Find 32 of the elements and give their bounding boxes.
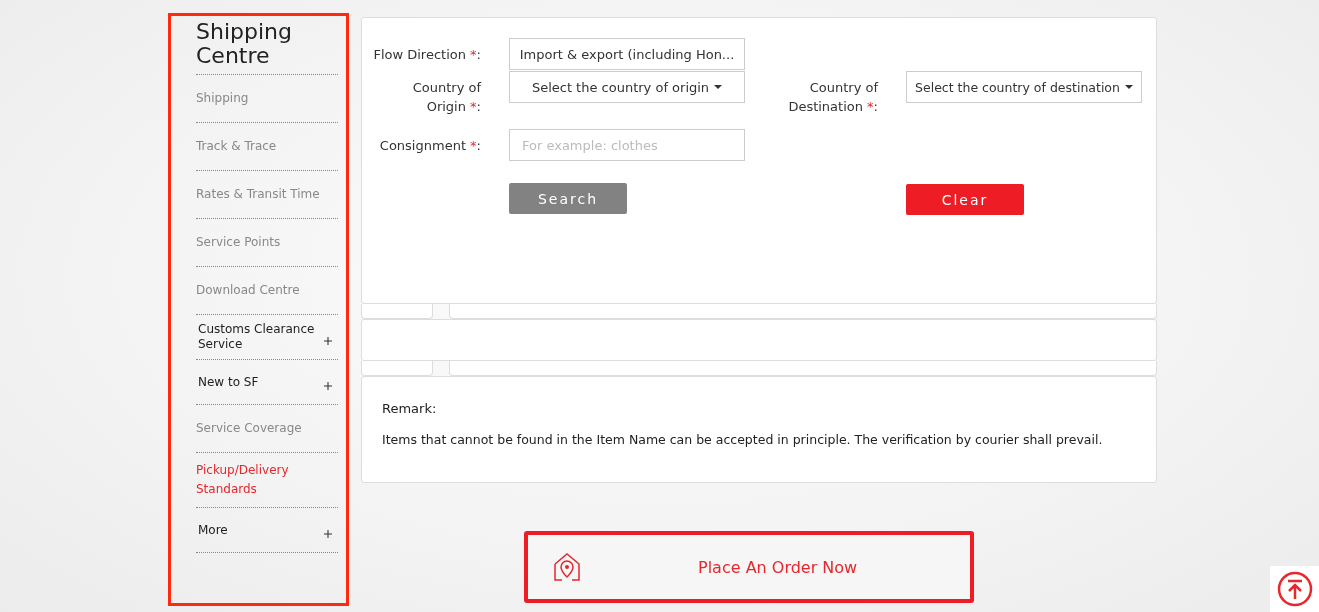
sidebar-title: Shipping Centre (196, 20, 338, 75)
place-order-button[interactable]: Place An Order Now (524, 531, 974, 603)
sidebar-item[interactable]: New to SF (196, 360, 338, 405)
field-label: Flow Direction *: (372, 46, 481, 64)
select-field[interactable]: Import & export (including Hon... (509, 38, 745, 70)
sidebar-item[interactable]: Track & Trace (196, 123, 338, 171)
sidebar-item[interactable]: Pickup/Delivery Standards (196, 453, 338, 508)
caret-icon (714, 85, 723, 89)
clear-button[interactable]: Clear (906, 184, 1024, 215)
search-button[interactable]: Search (509, 183, 627, 214)
consignment-input[interactable]: For example: clothes (509, 129, 745, 161)
sidebar-item[interactable]: Service Points (196, 219, 338, 267)
sidebar-item[interactable]: Rates & Transit Time (196, 171, 338, 219)
plus-icon (324, 382, 332, 390)
location-house-icon (554, 553, 580, 581)
field-label: Country of Origin *: (411, 79, 481, 116)
field-label: Consignment *: (378, 137, 481, 155)
plus-icon (324, 530, 332, 538)
remark-title: Remark: (382, 401, 438, 416)
sidebar-item[interactable]: More (196, 508, 338, 553)
back-to-top-button[interactable] (1270, 566, 1319, 612)
sidebar-item[interactable]: Service Coverage (196, 405, 338, 453)
sidebar-item[interactable]: Shipping (196, 75, 338, 123)
remark-text: Items that cannot be found in the Item Name can be accepted in principle. The verification by courier shall prevail. (382, 432, 1104, 447)
field-label: Country of Destination *: (787, 79, 878, 116)
select-field[interactable]: Select the country of destination (906, 71, 1142, 103)
caret-icon (1124, 85, 1133, 89)
sidebar-item[interactable]: Download Centre (196, 267, 338, 315)
plus-icon (324, 337, 332, 345)
select-field[interactable]: Select the country of origin (509, 71, 745, 103)
arrow-up-icon (1276, 571, 1313, 607)
sidebar-item[interactable]: Customs Clearance Service (196, 315, 338, 360)
